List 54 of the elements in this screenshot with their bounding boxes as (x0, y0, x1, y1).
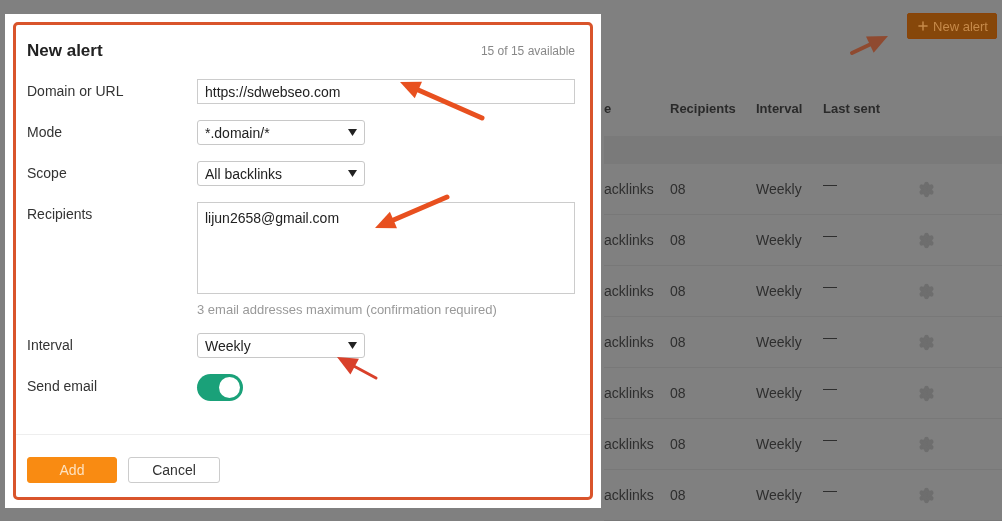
field-label: Domain or URL (27, 82, 125, 99)
table-cell-text: — (823, 482, 838, 498)
column-header: Last sent (823, 100, 882, 116)
hint-text: 3 email addresses maximum (confirmation required) (197, 302, 498, 317)
toggle-switch[interactable] (197, 374, 243, 401)
dropdown[interactable]: *.domain/* (197, 120, 365, 145)
table-cell-text: acklinks (604, 385, 655, 401)
table-cell-text: — (823, 329, 838, 345)
caret-icon (348, 342, 357, 349)
field-label: Recipients (27, 205, 94, 222)
table-cell-text: 08 (670, 487, 687, 503)
plus-icon (916, 19, 931, 33)
dropdown[interactable]: All backlinks (197, 161, 365, 186)
annotation-arrow (850, 36, 888, 55)
table-cell-text: acklinks (604, 487, 655, 503)
table-cell-text: 08 (670, 436, 687, 452)
table-cell-text: — (823, 227, 838, 243)
table-cell-text: Weekly (756, 334, 803, 350)
field-label: Send email (27, 377, 99, 394)
table-cell-text: 08 (670, 181, 687, 197)
table-cell-text: acklinks (604, 283, 655, 299)
table-cell-text: Weekly (756, 436, 803, 452)
table-cell-text: 08 (670, 283, 687, 299)
field-label: Scope (27, 164, 68, 181)
caret-icon (348, 129, 357, 136)
table-cell-text: — (823, 380, 838, 396)
column-header: Interval (756, 100, 804, 116)
caret-icon (348, 170, 357, 177)
table-cell-text: acklinks (604, 334, 655, 350)
table-cell-text: acklinks (604, 232, 655, 248)
column-header: e (604, 100, 613, 116)
table-cell-text: Weekly (756, 385, 803, 401)
dropdown[interactable]: Weekly (197, 333, 365, 358)
column-header: Recipients (670, 100, 737, 116)
table-cell-text: 08 (670, 232, 687, 248)
table-cell-text: Weekly (756, 181, 803, 197)
field-label: Mode (27, 123, 64, 140)
table-cell-text: Weekly (756, 487, 803, 503)
field-label: Interval (27, 336, 74, 353)
table-cell-text: Weekly (756, 283, 803, 299)
table-cell-text: Weekly (756, 232, 803, 248)
cancel-button[interactable]: Cancel (128, 457, 220, 483)
quota-text: 15 of 15 available (480, 44, 575, 58)
table-cell-text: — (823, 176, 838, 192)
table-cell-text: acklinks (604, 436, 655, 452)
table-cell-text: acklinks (604, 181, 655, 197)
recipients-field[interactable]: lijun2658@gmail.com (197, 202, 575, 294)
table-cell-text: — (823, 431, 838, 447)
table-cell-text: 08 (670, 334, 687, 350)
table-cell-text: 08 (670, 385, 687, 401)
table-cell-text: — (823, 278, 838, 294)
dialog-title: New alert (27, 41, 103, 61)
url-field[interactable]: https://sdwebseo.com (197, 79, 575, 104)
annotation-arrow (337, 357, 378, 380)
